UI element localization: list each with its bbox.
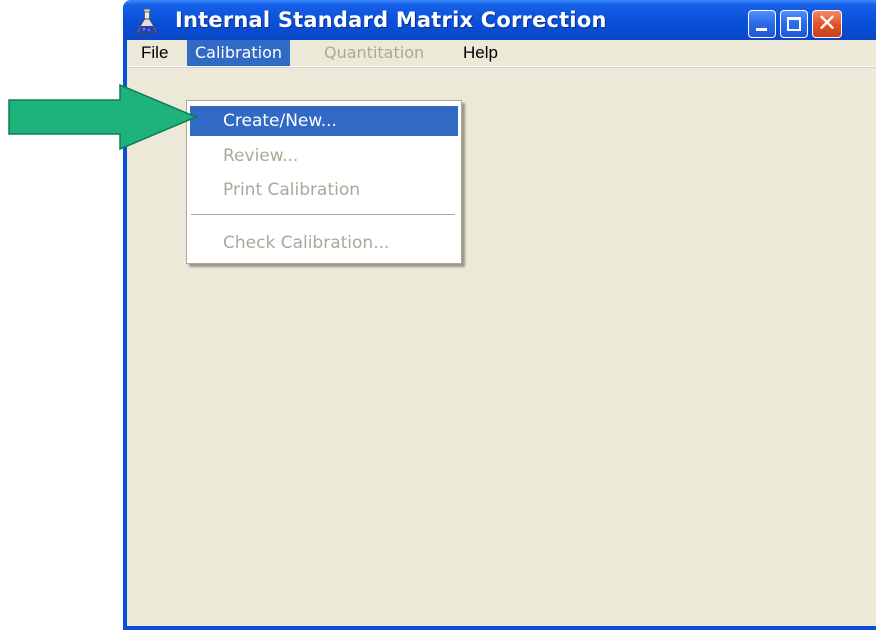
menu-help[interactable]: Help	[455, 40, 506, 66]
close-button[interactable]: ✕	[812, 9, 842, 38]
menu-separator	[191, 214, 455, 216]
menu-bar: File Calibration Quantitation Help	[127, 40, 876, 67]
minimize-button[interactable]	[748, 10, 776, 38]
green-arrow-icon	[8, 84, 198, 150]
close-icon: ✕	[816, 9, 838, 37]
menu-file[interactable]: File	[133, 40, 176, 66]
calibration-dropdown-menu: Create/New... Review... Print Calibratio…	[186, 100, 462, 264]
maximize-button[interactable]	[780, 10, 808, 38]
menu-item-review: Review...	[223, 146, 299, 166]
menu-quantitation: Quantitation	[324, 43, 425, 62]
app-window: Internal Standard Matrix Correction ✕ Fi…	[123, 0, 876, 630]
title-bar[interactable]: Internal Standard Matrix Correction ✕	[123, 0, 876, 40]
menu-item-create-new[interactable]: Create/New...	[190, 106, 458, 136]
window-title: Internal Standard Matrix Correction	[175, 8, 607, 32]
menu-calibration[interactable]: Calibration	[187, 40, 291, 66]
menu-item-check-calibration: Check Calibration...	[223, 233, 390, 253]
minimize-icon	[756, 28, 767, 31]
menu-item-print-calibration: Print Calibration	[223, 180, 361, 200]
flask-icon	[137, 8, 157, 34]
maximize-icon	[787, 17, 801, 31]
